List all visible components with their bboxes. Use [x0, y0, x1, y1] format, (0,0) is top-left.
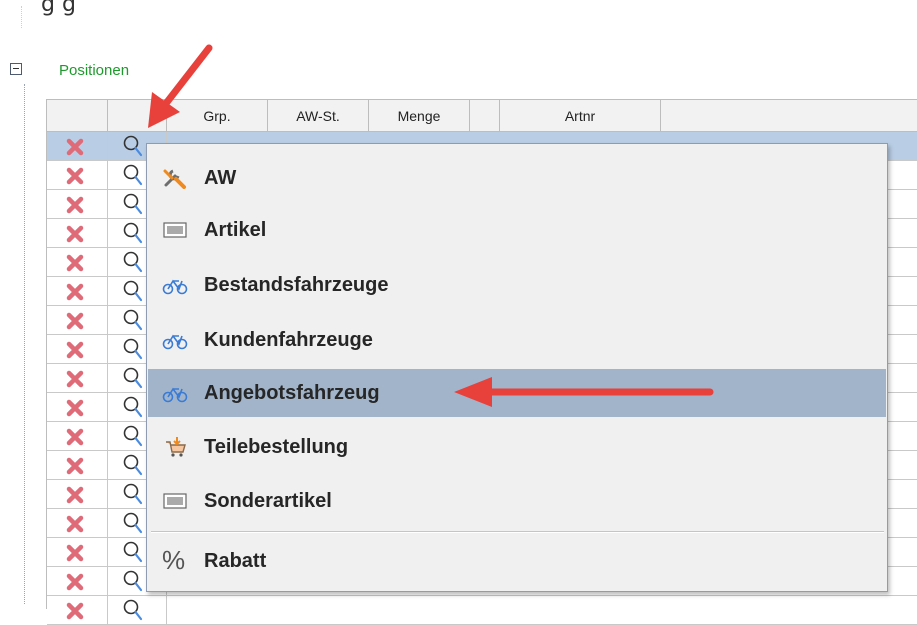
- search-icon[interactable]: [122, 453, 144, 477]
- delete-icon[interactable]: [65, 485, 85, 505]
- delete-cell: [47, 480, 108, 508]
- menu-item-label: Sonderartikel: [204, 490, 332, 512]
- menu-item-label: Kundenfahrzeuge: [204, 329, 373, 351]
- delete-icon[interactable]: [65, 224, 85, 244]
- column-header-aw-st[interactable]: AW-St.: [268, 100, 369, 131]
- section-title: Positionen: [59, 62, 130, 79]
- delete-cell: [47, 132, 108, 160]
- tools-icon: [163, 169, 186, 189]
- annotation-arrow-left-icon: [454, 377, 714, 407]
- bicycle-icon: [162, 387, 188, 403]
- svg-text:%: %: [162, 546, 185, 574]
- delete-icon[interactable]: [65, 311, 85, 331]
- delete-icon[interactable]: [65, 166, 85, 186]
- menu-item-label: Angebotsfahrzeug: [204, 382, 380, 404]
- search-icon[interactable]: [122, 424, 144, 448]
- search-icon[interactable]: [122, 279, 144, 303]
- delete-cell: [47, 190, 108, 218]
- context-menu: AW Artikel Bestandsfahrzeuge Kundenfahrz…: [146, 143, 888, 592]
- search-icon[interactable]: [122, 598, 144, 622]
- menu-item-bestandsfahrzeuge[interactable]: Bestandsfahrzeuge: [148, 261, 886, 309]
- menu-item-aw[interactable]: AW: [148, 154, 886, 202]
- search-icon[interactable]: [122, 221, 144, 245]
- delete-cell: [47, 364, 108, 392]
- delete-icon[interactable]: [65, 253, 85, 273]
- delete-icon[interactable]: [65, 282, 85, 302]
- delete-icon[interactable]: [65, 398, 85, 418]
- delete-cell: [47, 219, 108, 247]
- top-caption: g g: [41, 0, 76, 17]
- search-icon[interactable]: [122, 192, 144, 216]
- percent-icon: %: [162, 546, 185, 574]
- delete-cell: [47, 248, 108, 276]
- menu-item-label: AW: [204, 167, 237, 189]
- table-row[interactable]: [47, 596, 917, 625]
- delete-cell: [47, 277, 108, 305]
- delete-icon[interactable]: [65, 195, 85, 215]
- menu-item-rabatt[interactable]: % Rabatt: [148, 537, 886, 585]
- delete-icon[interactable]: [65, 369, 85, 389]
- delete-icon[interactable]: [65, 543, 85, 563]
- delete-cell: [47, 596, 108, 624]
- menu-item-kundenfahrzeuge[interactable]: Kundenfahrzeuge: [148, 316, 886, 364]
- delete-cell: [47, 451, 108, 479]
- search-icon[interactable]: [122, 569, 144, 593]
- search-icon[interactable]: [122, 366, 144, 390]
- delete-icon[interactable]: [65, 572, 85, 592]
- search-icon[interactable]: [122, 337, 144, 361]
- delete-icon[interactable]: [65, 601, 85, 621]
- delete-icon[interactable]: [65, 456, 85, 476]
- cart-icon: [166, 437, 186, 457]
- delete-icon[interactable]: [65, 514, 85, 534]
- tree-connector: [24, 84, 25, 604]
- menu-item-label: Bestandsfahrzeuge: [204, 274, 389, 296]
- column-header-menge[interactable]: Menge: [369, 100, 470, 131]
- delete-cell: [47, 509, 108, 537]
- annotation-arrow-down-icon: [148, 44, 213, 128]
- search-icon[interactable]: [122, 540, 144, 564]
- delete-cell: [47, 567, 108, 595]
- search-icon[interactable]: [122, 250, 144, 274]
- delete-icon[interactable]: [65, 427, 85, 447]
- delete-cell: [47, 422, 108, 450]
- bicycle-icon: [162, 279, 188, 295]
- barcode-icon: [163, 222, 187, 238]
- delete-cell: [47, 393, 108, 421]
- menu-item-sonderartikel[interactable]: Sonderartikel: [148, 477, 886, 525]
- tree-connector-top: [21, 6, 22, 28]
- menu-item-label: Teilebestellung: [204, 436, 349, 458]
- delete-cell: [47, 335, 108, 363]
- search-cell: [108, 596, 167, 624]
- search-icon[interactable]: [122, 511, 144, 535]
- delete-cell: [47, 161, 108, 189]
- column-header-delete[interactable]: [47, 100, 108, 131]
- barcode-icon: [163, 493, 187, 509]
- delete-cell: [47, 538, 108, 566]
- menu-item-artikel[interactable]: Artikel: [148, 206, 886, 254]
- menu-separator: [151, 531, 884, 533]
- column-header-artnr[interactable]: Artnr: [500, 100, 661, 131]
- bicycle-icon: [162, 334, 188, 350]
- delete-icon[interactable]: [65, 340, 85, 360]
- menu-item-label: Rabatt: [204, 550, 267, 572]
- search-icon[interactable]: [122, 308, 144, 332]
- search-icon[interactable]: [122, 482, 144, 506]
- delete-cell: [47, 306, 108, 334]
- column-header-blank[interactable]: [470, 100, 500, 131]
- delete-icon[interactable]: [65, 137, 85, 157]
- search-icon[interactable]: [122, 163, 144, 187]
- menu-item-label: Artikel: [204, 219, 267, 241]
- search-icon[interactable]: [122, 395, 144, 419]
- menu-item-teilebestellung[interactable]: Teilebestellung: [148, 423, 886, 471]
- collapse-toggle-icon[interactable]: [10, 63, 22, 75]
